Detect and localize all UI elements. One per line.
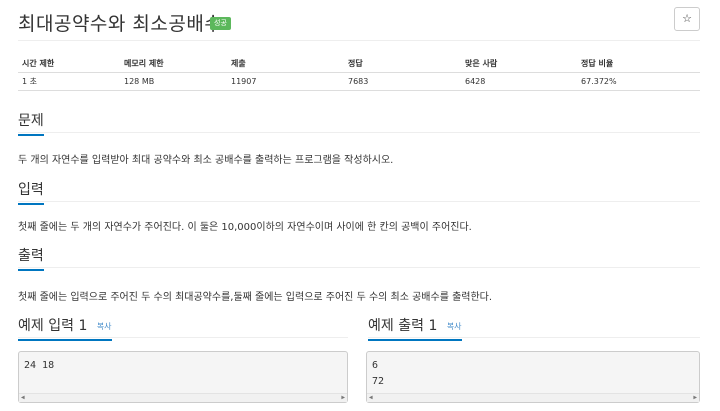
problem-header: 최대공약수와 최소공배수 성공 ☆ [18,6,700,36]
sample-input-heading: 예제 입력 1 복사 [18,315,112,341]
sample-output-line-2: 72 [372,376,385,387]
header-memory-limit: 메모리 제한 [120,56,227,73]
header-accepted: 정답 [344,56,461,73]
header-solved-users: 맞은 사람 [461,56,577,73]
solved-users-link[interactable]: 6428 [461,72,577,91]
scroll-right-icon[interactable]: ▶ [693,394,697,402]
scroll-left-icon[interactable]: ◀ [369,394,373,402]
copy-input-button[interactable]: 복사 [97,322,112,331]
sample-output-box[interactable]: 6 72 ◀ ▶ [366,351,700,403]
input-heading: 입력 [18,179,44,205]
problem-divider [18,132,700,133]
copy-output-button[interactable]: 복사 [447,322,462,331]
sample-output-heading: 예제 출력 1 복사 [368,315,462,341]
sample-output-scrollbar[interactable]: ◀ ▶ [367,393,699,402]
page-title: 최대공약수와 최소공배수 [18,13,223,35]
status-badge: 성공 [210,17,231,30]
sample-input-divider [18,337,348,338]
time-limit-value: 1 초 [18,72,120,91]
header-submissions: 제출 [227,56,344,73]
problem-description: 두 개의 자연수를 입력받아 최대 공약수와 최소 공배수를 출력하는 프로그램… [18,155,394,166]
sample-input-number: 1 [78,318,88,334]
header-accept-ratio: 정답 비율 [577,56,700,73]
output-description: 첫째 줄에는 입력으로 주어진 두 수의 최대공약수를,둘째 줄에는 입력으로 … [18,292,493,303]
sample-input-line: 24 18 [24,360,55,371]
scroll-left-icon[interactable]: ◀ [21,394,25,402]
submissions-link[interactable]: 11907 [227,72,344,91]
sample-output-label: 예제 출력 [368,318,424,334]
output-heading: 출력 [18,245,44,271]
sample-output-divider [368,337,700,338]
sample-input-scrollbar[interactable]: ◀ ▶ [19,393,347,402]
accept-ratio-value: 67.372% [577,72,700,91]
star-button[interactable]: ☆ [674,7,700,31]
sample-output-line-1: 6 [372,360,379,371]
input-description: 첫째 줄에는 두 개의 자연수가 주어진다. 이 둘은 10,000이하의 자연… [18,222,472,233]
scroll-right-icon[interactable]: ▶ [341,394,345,402]
sample-input-box[interactable]: 24 18 ◀ ▶ [18,351,348,403]
title-divider [18,40,700,41]
table-header-row: 시간 제한 메모리 제한 제출 정답 맞은 사람 정답 비율 [18,56,700,73]
sample-output-number: 1 [428,318,438,334]
problem-heading: 문제 [18,110,44,136]
input-divider [18,201,700,202]
star-icon: ☆ [682,12,692,25]
table-row: 1 초 128 MB 11907 7683 6428 67.372% [18,72,700,91]
sample-input-label: 예제 입력 [18,318,74,334]
memory-limit-value: 128 MB [120,72,227,91]
problem-info-table: 시간 제한 메모리 제한 제출 정답 맞은 사람 정답 비율 1 초 128 M… [18,56,700,91]
accepted-link[interactable]: 7683 [344,72,461,91]
header-time-limit: 시간 제한 [18,56,120,73]
output-divider [18,267,700,268]
